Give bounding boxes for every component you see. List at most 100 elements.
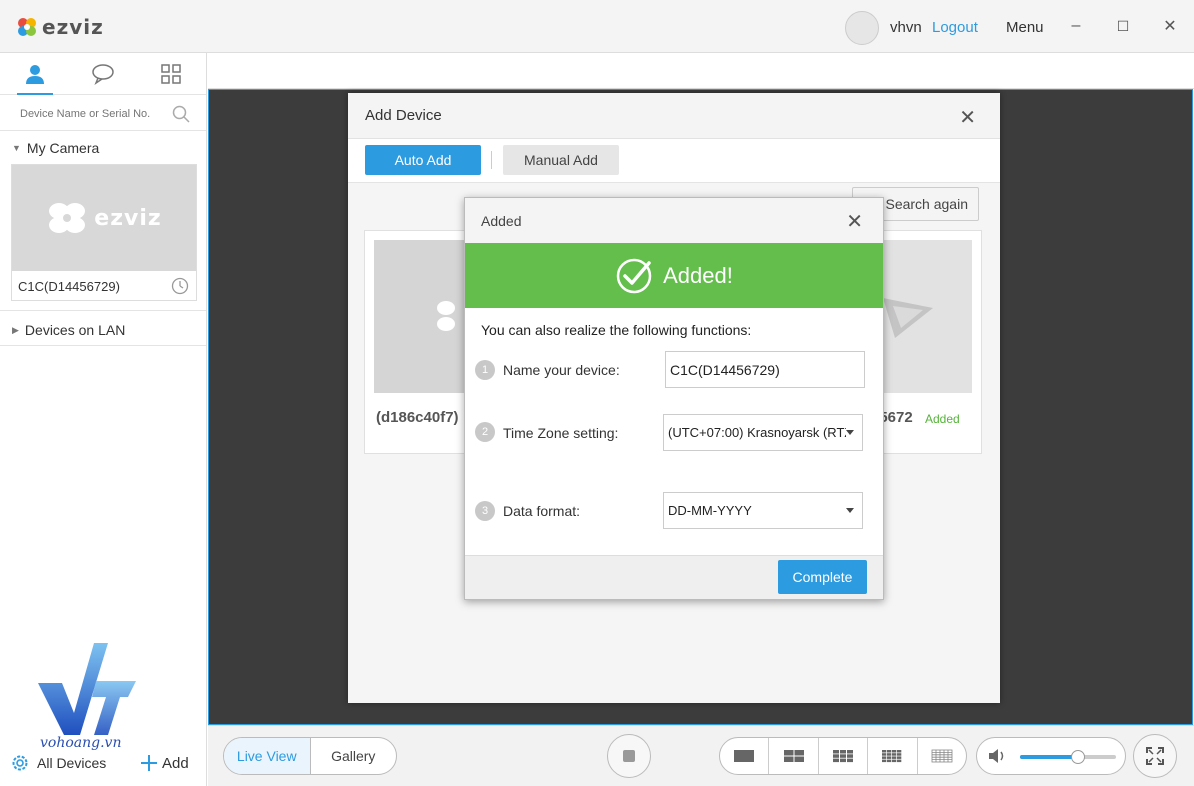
gear-icon — [12, 755, 28, 771]
device-image-icon — [883, 298, 933, 338]
layout-2x2-icon — [783, 750, 804, 762]
ezviz-flower-icon — [18, 18, 36, 36]
all-devices-button[interactable]: All Devices — [10, 752, 106, 774]
volume-knob[interactable] — [1070, 750, 1085, 764]
time-zone-value: (UTC+07:00) Krasnoyarsk (RTZ 6) — [668, 425, 846, 440]
search-icon[interactable] — [172, 105, 190, 123]
tab-auto-add[interactable]: Auto Add — [365, 145, 481, 175]
popup-header: Added ✕ — [465, 198, 883, 244]
devices-on-lan-label: Devices on LAN — [24, 322, 126, 338]
divider — [0, 345, 206, 346]
gallery-button[interactable]: Gallery — [311, 738, 397, 774]
volume-control — [976, 737, 1126, 775]
layout-3x3-button[interactable] — [819, 738, 869, 774]
add-mode-tabs: Auto Add Manual Add — [348, 139, 1000, 183]
watermark-caption: vohoang.vn — [40, 735, 122, 751]
date-format-value: DD-MM-YYYY — [668, 503, 752, 518]
title-bar: ezviz vhvn Logout Menu – ☐ ✕ — [0, 0, 1194, 53]
my-camera-group[interactable]: ▼ My Camera — [0, 133, 206, 163]
chevron-down-icon — [846, 430, 854, 435]
layout-4x4-icon — [882, 750, 902, 763]
camera-name: C1C(D14456729) — [18, 279, 120, 294]
logo-text: ezviz — [42, 15, 104, 39]
my-camera-label: My Camera — [26, 140, 100, 156]
layout-selector — [719, 737, 967, 775]
add-label: Add — [162, 754, 189, 772]
layout-4x4-button[interactable] — [868, 738, 918, 774]
ezviz-logo: ezviz — [16, 14, 104, 40]
bottom-bar: Live View Gallery — [208, 725, 1194, 786]
found-device-serial: (d186c40f7) — [376, 409, 459, 426]
menu-button[interactable]: Menu — [1006, 19, 1044, 36]
view-toggle: Live View Gallery — [223, 737, 397, 775]
step-number: 3 — [475, 501, 495, 521]
speaker-icon[interactable] — [987, 746, 1009, 766]
user-name: vhvn — [890, 19, 922, 36]
live-view-button[interactable]: Live View — [224, 738, 311, 774]
devices-on-lan-group[interactable]: ▶ Devices on LAN — [0, 315, 206, 345]
step-label-timezone: Time Zone setting: — [503, 425, 619, 441]
grid-icon — [161, 64, 181, 84]
time-zone-select[interactable]: (UTC+07:00) Krasnoyarsk (RTZ 6) — [663, 414, 863, 451]
tab-messages[interactable] — [88, 61, 118, 87]
all-devices-label: All Devices — [37, 755, 107, 771]
close-icon[interactable]: ✕ — [959, 105, 976, 130]
fullscreen-button[interactable] — [1133, 734, 1177, 778]
tab-manual-add[interactable]: Manual Add — [503, 145, 619, 175]
found-device-thumbnail[interactable] — [883, 240, 972, 393]
maximize-button[interactable]: ☐ — [1111, 14, 1135, 38]
expanded-triangle-icon: ▼ — [12, 143, 21, 153]
device-search — [6, 101, 200, 127]
person-icon — [26, 65, 44, 84]
popup-title: Added — [481, 213, 522, 229]
success-banner: Added! — [465, 243, 883, 308]
added-popup: Added ✕ Added! You can also realize the … — [464, 197, 884, 600]
layout-2x2-button[interactable] — [769, 738, 819, 774]
minimize-button[interactable]: – — [1064, 14, 1088, 38]
divider — [0, 130, 206, 131]
history-clock-icon[interactable] — [170, 276, 190, 296]
sidebar-tabs — [0, 53, 206, 95]
active-tab-indicator — [17, 93, 53, 95]
camera-card[interactable]: ezviz C1C(D14456729) — [11, 164, 197, 301]
avatar[interactable] — [845, 11, 879, 45]
thumbnail-watermark: ezviz — [94, 205, 162, 231]
success-text: Added! — [663, 262, 733, 288]
tab-separator — [491, 151, 492, 169]
step-number: 1 — [475, 360, 495, 380]
volume-fill — [1020, 755, 1078, 759]
chevron-down-icon — [846, 508, 854, 513]
logout-link[interactable]: Logout — [932, 19, 978, 36]
layout-5x5-icon — [931, 749, 953, 763]
complete-button[interactable]: Complete — [778, 560, 867, 594]
close-icon[interactable]: ✕ — [846, 209, 863, 234]
close-window-button[interactable]: ✕ — [1158, 14, 1182, 38]
dialog-header: Add Device ✕ — [348, 93, 1000, 139]
tab-more[interactable] — [156, 61, 186, 87]
layout-1x1-button[interactable] — [720, 738, 770, 774]
search-input[interactable] — [6, 101, 166, 127]
chat-bubble-icon — [92, 64, 114, 85]
added-status-label: Added — [925, 412, 960, 426]
camera-thumbnail: ezviz — [12, 165, 196, 271]
check-circle-icon — [616, 258, 652, 293]
volume-slider[interactable] — [1020, 750, 1116, 764]
fullscreen-icon — [1146, 747, 1164, 765]
device-name-input[interactable] — [670, 361, 858, 378]
step-label-name: Name your device: — [503, 362, 620, 378]
layout-5x5-button[interactable] — [918, 738, 966, 774]
sidebar: ▼ My Camera ezviz C1C(D14456729) ▶ Devic… — [0, 53, 207, 786]
date-format-select[interactable]: DD-MM-YYYY — [663, 492, 863, 529]
tab-devices[interactable] — [20, 61, 50, 87]
device-name-field — [665, 351, 865, 388]
vh-watermark-logo — [38, 643, 136, 735]
stop-all-button[interactable] — [607, 734, 651, 778]
stop-icon — [623, 750, 635, 762]
ezviz-flower-watermark-icon — [49, 203, 86, 233]
dialog-title: Add Device — [365, 107, 442, 124]
main-toolbar — [208, 53, 1194, 89]
collapsed-triangle-icon: ▶ — [12, 324, 19, 335]
popup-footer: Complete — [465, 555, 883, 599]
layout-3x3-icon — [833, 750, 854, 763]
add-button[interactable]: Add — [140, 752, 189, 774]
